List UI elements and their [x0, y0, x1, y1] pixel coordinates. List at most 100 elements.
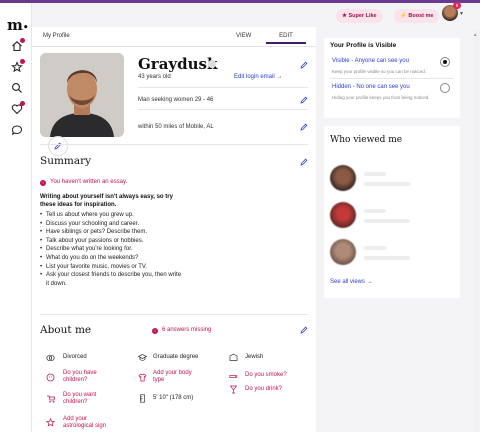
boost-me-label: Boost me	[408, 13, 434, 19]
likes-heart-icon[interactable]	[11, 101, 25, 115]
viewer-avatar[interactable]	[330, 202, 356, 228]
viewer-name-placeholder	[364, 172, 386, 176]
divider	[40, 314, 308, 315]
super-like-label: Super Like	[348, 13, 377, 19]
hidden-option-desc: Hiding your profile keeps you from being…	[332, 95, 430, 100]
alert-icon: !	[152, 328, 158, 334]
body-type-button[interactable]: Add your body type	[153, 370, 203, 384]
viewer-avatar[interactable]	[330, 165, 356, 191]
drink-glass-icon	[229, 385, 238, 394]
viewer-avatar[interactable]	[330, 239, 356, 265]
divider	[330, 78, 454, 79]
seeking-text: Man seeking women 29 - 46	[138, 97, 214, 103]
profile-main-panel: My Profile VIEW EDIT Graydusk 43 years o…	[32, 27, 316, 432]
list-item: Ask your closest friends to describe you…	[40, 271, 185, 288]
essay-warning-text: You haven't written an essay.	[50, 179, 128, 185]
religion-icon	[229, 353, 238, 361]
match-logo[interactable]: m•	[7, 16, 29, 34]
smoke-button[interactable]: Do you smoke?	[245, 372, 287, 379]
nav-rail: m•	[0, 3, 32, 432]
visible-option-desc: Keep your profile visible so you can be …	[332, 69, 427, 74]
list-item: Describe what you're looking for.	[40, 245, 210, 254]
summary-prompt: Writing about yourself isn't always easy…	[40, 194, 173, 208]
visible-radio[interactable]	[440, 57, 450, 67]
profile-age: 43 years old	[138, 74, 171, 80]
answers-missing-text: 6 answers missing	[162, 327, 212, 333]
notification-count: 9	[453, 2, 461, 9]
essay-warning: ! You haven't written an essay.	[40, 179, 127, 186]
hidden-option-label[interactable]: Hidden - No one can see you	[332, 84, 410, 90]
messages-icon[interactable]	[11, 124, 23, 136]
home-badge	[20, 38, 25, 43]
list-item: Discuss your schooling and career.	[40, 220, 210, 229]
visibility-panel: Your Profile is Visible Visible - Anyone…	[324, 38, 460, 118]
religion: Jewish	[245, 354, 264, 360]
alert-icon: !	[40, 180, 46, 186]
child-icon	[46, 373, 55, 382]
page-title: My Profile	[43, 33, 70, 39]
logo-dot: •	[22, 23, 29, 33]
divider	[138, 87, 308, 88]
edit-distance-pencil-icon[interactable]	[300, 123, 308, 131]
profile-tabs: My Profile VIEW EDIT	[32, 27, 316, 47]
education: Graduate degree	[153, 354, 199, 360]
stroller-icon	[47, 395, 55, 403]
super-like-button[interactable]: ★ Super Like	[336, 9, 383, 23]
list-item: Tell us about where you grew up.	[40, 211, 210, 220]
list-item: List your favorite music, movies or TV.	[40, 263, 210, 272]
tab-edit[interactable]: EDIT	[266, 33, 306, 44]
answers-missing: ! 6 answers missing	[152, 327, 211, 334]
edit-name-pencil-icon[interactable]	[300, 61, 308, 69]
inspiration-list: Tell us about where you grew up. Discuss…	[40, 211, 210, 288]
edit-about-pencil-icon[interactable]	[300, 326, 308, 334]
see-all-views-link[interactable]: See all views →	[330, 279, 373, 285]
search-icon[interactable]	[11, 82, 23, 94]
likes-badge	[20, 101, 25, 106]
home-icon[interactable]	[11, 38, 25, 52]
viewer-info-placeholder	[364, 182, 410, 186]
star-badge	[20, 59, 25, 64]
drink-button[interactable]: Do you drink?	[245, 386, 282, 393]
boost-me-button[interactable]: ⚡ Boost me	[394, 9, 440, 23]
smoking-icon	[229, 375, 238, 378]
verified-icon[interactable]	[208, 60, 216, 68]
visibility-title: Your Profile is Visible	[330, 42, 397, 49]
scrollbar[interactable]: ▴	[473, 30, 480, 432]
edit-photo-button[interactable]	[48, 136, 68, 156]
profile-name: Graydusk	[138, 55, 218, 73]
logo-letter: m	[7, 16, 23, 34]
want-children-button[interactable]: Do you want children?	[63, 392, 109, 406]
star-icon[interactable]	[11, 59, 25, 73]
shirt-icon	[138, 373, 147, 382]
list-item: Have siblings or pets? Describe them.	[40, 228, 210, 237]
height-ruler-icon	[140, 394, 145, 403]
profile-photo[interactable]	[40, 53, 124, 137]
have-children-button[interactable]: Do you have children?	[63, 370, 109, 384]
height: 5' 10" (178 cm)	[153, 395, 194, 401]
summary-heading: Summary	[40, 155, 92, 167]
top-header: ★ Super Like ⚡ Boost me	[32, 3, 480, 27]
divider	[40, 144, 308, 145]
rings-icon	[46, 355, 55, 361]
astrology-star-icon	[46, 418, 55, 427]
viewer-name-placeholder	[364, 246, 386, 250]
who-viewed-heading: Who viewed me	[330, 135, 403, 145]
hidden-radio[interactable]	[440, 83, 450, 93]
distance-text: within 50 miles of Mobile, AL	[138, 124, 214, 130]
list-item: Talk about your passions or hobbies.	[40, 237, 210, 246]
visible-option-label[interactable]: Visible - Anyone can see you	[332, 58, 409, 64]
edit-seeking-pencil-icon[interactable]	[300, 96, 308, 104]
viewer-name-placeholder	[364, 209, 386, 213]
who-viewed-panel: Who viewed me See all views →	[324, 126, 460, 298]
viewer-info-placeholder	[364, 219, 410, 223]
astrological-sign-button[interactable]: Add your astrological sign	[63, 416, 115, 430]
chevron-down-icon[interactable]: ▾	[460, 10, 463, 17]
edit-summary-pencil-icon[interactable]	[300, 158, 308, 166]
viewer-info-placeholder	[364, 256, 410, 260]
tab-view[interactable]: VIEW	[236, 33, 251, 39]
marital-status: Divorced	[63, 354, 87, 360]
scroll-up-arrow-icon[interactable]: ▴	[474, 32, 479, 38]
graduation-cap-icon	[138, 354, 147, 361]
about-heading: About me	[40, 324, 92, 336]
edit-login-email-link[interactable]: Edit login email →	[234, 74, 282, 80]
